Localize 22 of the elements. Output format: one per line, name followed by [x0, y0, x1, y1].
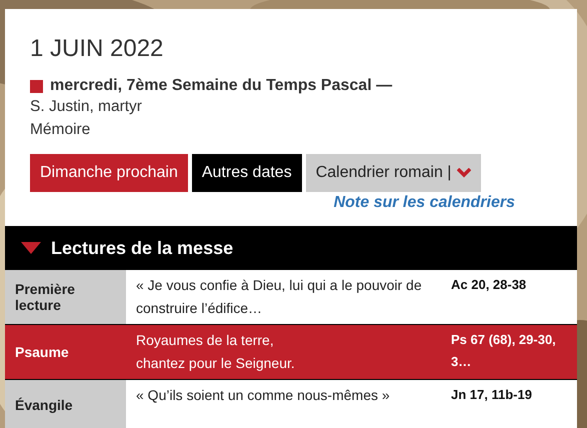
calendar-dropdown[interactable]: Calendrier romain | — [306, 154, 482, 192]
reading-text: Royaumes de la terre, chantez pour le Seigneur. — [135, 331, 296, 373]
reading-label: Première lecture — [5, 270, 126, 324]
reading-row[interactable]: Psaume Royaumes de la terre, chantez pour le Seigneur. Ps 67 (68), 29-30, 3… — [5, 325, 577, 380]
rank-label: Mémoire — [30, 120, 92, 140]
chevron-down-icon — [457, 168, 472, 178]
reading-reference: Ps 67 (68), 29-30, 3… — [450, 331, 557, 371]
nav-button[interactable]: Autres dates — [192, 154, 302, 192]
reading-reference: Jn 17, 11b-19 — [450, 386, 533, 404]
section-title: Lectures de la messe — [51, 238, 234, 258]
reading-row[interactable]: Évangile « Qu’ils soient un comme nous-mêmes » Jn 17, 11b-19 — [5, 380, 577, 428]
reading-label: Évangile — [5, 380, 126, 428]
reading-reference: Ac 20, 28-38 — [450, 276, 528, 294]
day-title: mercredi, 7ème Semaine du Temps Pascal — — [50, 77, 392, 95]
saint-name: S. Justin, martyr — [30, 97, 143, 117]
section-header[interactable]: Lectures de la messe — [5, 226, 577, 270]
reading-text: « Je vous confie à Dieu, lui qui a le pouvoir de construire l’édifice… — [135, 276, 423, 318]
reading-text: « Qu’ils soient un comme nous-mêmes » — [135, 386, 391, 405]
reading-row[interactable]: Première lecture « Je vous confie à Dieu, lui qui a le pouvoir de construire l’édifice… Ac 20, 28-38 — [5, 270, 577, 325]
date-heading: 1 JUIN 2022 — [30, 35, 164, 63]
calendar-note-link[interactable]: Note sur les calendriers — [334, 194, 515, 212]
nav-button[interactable]: Dimanche prochain — [30, 154, 188, 192]
